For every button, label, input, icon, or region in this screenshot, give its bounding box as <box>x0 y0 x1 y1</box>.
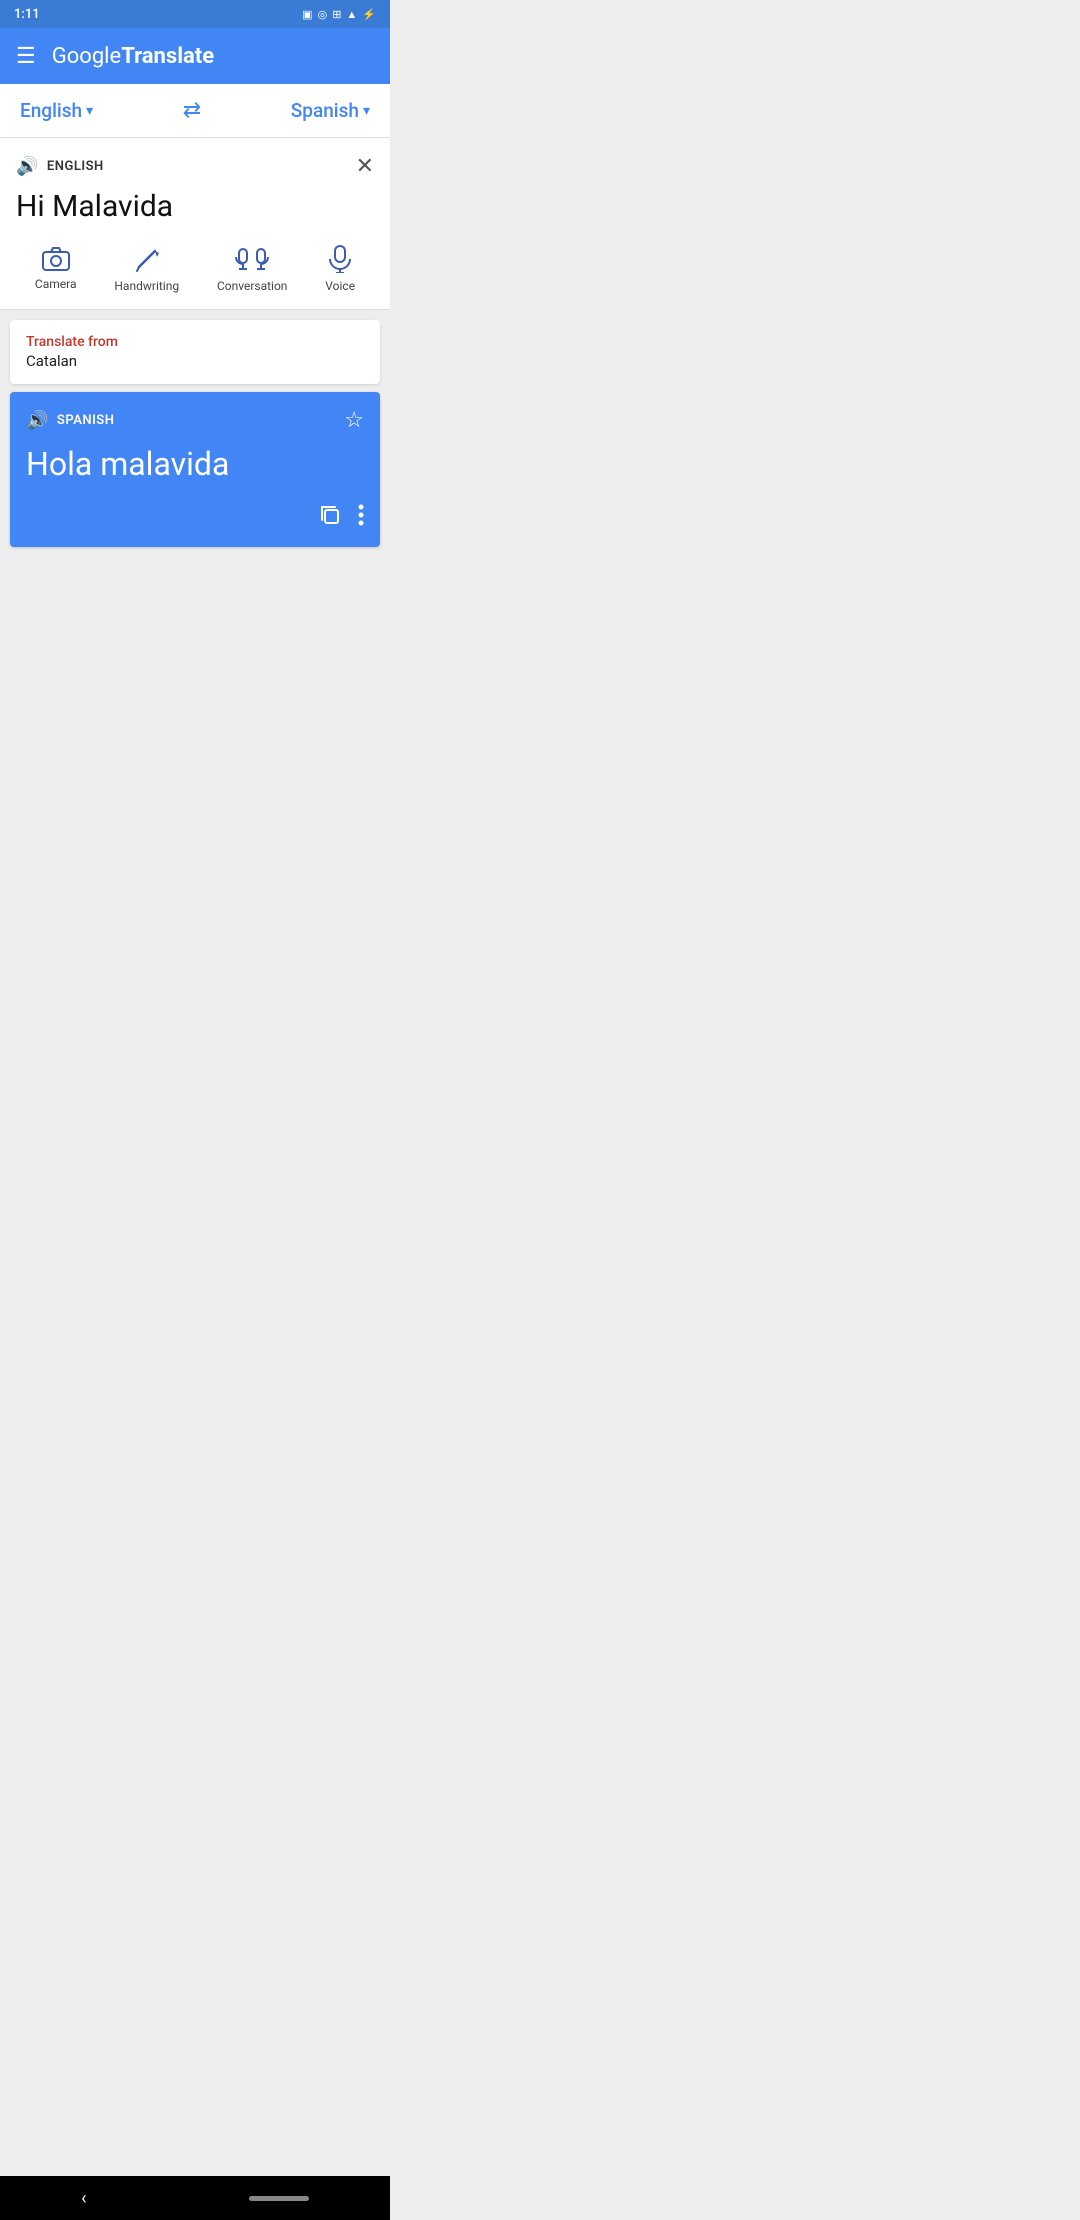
source-language-label: English <box>20 99 82 122</box>
output-lang-text: SPANISH <box>57 413 115 428</box>
input-header: 🔊 ENGLISH ✕ <box>16 154 374 179</box>
status-time: 1:11 <box>14 7 40 22</box>
handwriting-label: Handwriting <box>114 279 179 293</box>
camera-icon <box>42 245 70 271</box>
translation-output-card: 🔊 SPANISH ☆ Hola malavida <box>10 392 380 547</box>
input-area: 🔊 ENGLISH ✕ Hi Malavida Camera Handwriti… <box>0 138 390 310</box>
tools-row: Camera Handwriting Conversation <box>16 239 374 297</box>
voice-tool[interactable]: Voice <box>325 245 355 293</box>
notification-icon: ▣ <box>302 8 312 21</box>
source-language-button[interactable]: English ▾ <box>20 99 93 122</box>
input-text[interactable]: Hi Malavida <box>16 189 374 225</box>
translated-text: Hola malavida <box>26 445 364 483</box>
handwriting-icon <box>133 245 161 273</box>
input-language-label: 🔊 ENGLISH <box>16 156 104 177</box>
app-bar: ☰ Google Translate <box>0 28 390 84</box>
input-lang-text: ENGLISH <box>47 159 104 174</box>
status-icons: ▣ ◎ ⊞ ▲ ⚡ <box>302 8 376 21</box>
conversation-label: Conversation <box>217 279 287 293</box>
output-header: 🔊 SPANISH ☆ <box>26 408 364 433</box>
menu-button[interactable]: ☰ <box>16 44 36 69</box>
translate-from-label: Translate from <box>26 334 364 350</box>
camera-label: Camera <box>35 277 77 291</box>
sync-icon: ◎ <box>318 8 328 21</box>
favorite-button[interactable]: ☆ <box>344 408 364 433</box>
swap-icon: ⇄ <box>183 98 201 123</box>
app-title: Google Translate <box>52 44 214 69</box>
target-language-chevron: ▾ <box>363 103 370 119</box>
clear-input-button[interactable]: ✕ <box>356 154 374 179</box>
voice-label: Voice <box>325 279 355 293</box>
output-actions <box>26 503 364 533</box>
output-speaker-icon[interactable]: 🔊 <box>26 410 49 431</box>
vibrate-icon: ⊞ <box>332 8 341 21</box>
status-bar: 1:11 ▣ ◎ ⊞ ▲ ⚡ <box>0 0 390 28</box>
translate-from-card: Translate from Catalan <box>10 320 380 384</box>
back-button[interactable]: ‹ <box>81 2188 86 2209</box>
conversation-icon <box>234 245 270 273</box>
swap-languages-button[interactable]: ⇄ <box>183 98 201 123</box>
navigation-bar: ‹ <box>0 2176 390 2220</box>
translate-from-language: Catalan <box>26 352 364 370</box>
home-pill[interactable] <box>249 2196 309 2201</box>
signal-icon: ▲ <box>346 8 357 21</box>
copy-button[interactable] <box>318 503 342 533</box>
output-language-label: 🔊 SPANISH <box>26 410 114 431</box>
camera-tool[interactable]: Camera <box>35 245 77 293</box>
conversation-tool[interactable]: Conversation <box>217 245 287 293</box>
language-selector-bar: English ▾ ⇄ Spanish ▾ <box>0 84 390 138</box>
voice-icon <box>326 245 354 273</box>
app-title-translate: Translate <box>121 44 214 69</box>
target-language-label: Spanish <box>291 99 359 122</box>
input-speaker-icon[interactable]: 🔊 <box>16 156 39 177</box>
battery-icon: ⚡ <box>362 8 376 21</box>
handwriting-tool[interactable]: Handwriting <box>114 245 179 293</box>
target-language-button[interactable]: Spanish ▾ <box>291 99 370 122</box>
more-options-button[interactable] <box>358 503 364 533</box>
source-language-chevron: ▾ <box>86 103 93 119</box>
app-title-google: Google <box>52 44 121 69</box>
